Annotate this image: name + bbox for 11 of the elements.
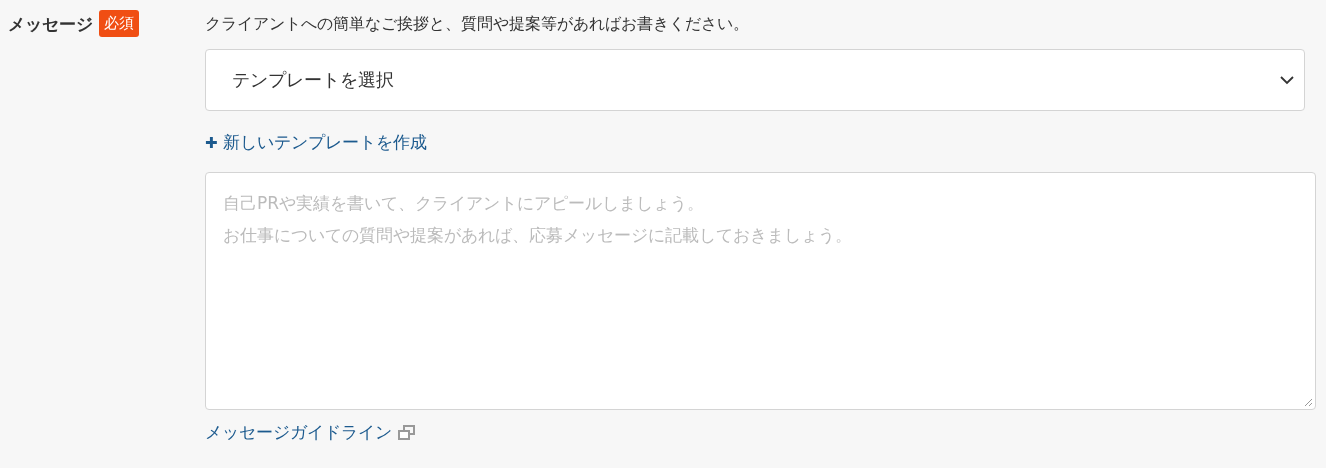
caret-icon — [1280, 75, 1294, 85]
placeholder-text: お仕事についての質問や提案があれば、応募メッセージに記載しておきましょう。 — [223, 224, 852, 247]
guideline-link[interactable]: メッセージガイドライン — [205, 421, 416, 444]
template-select[interactable]: テンプレートを選択 — [205, 49, 1305, 111]
field-label: メッセージ — [8, 13, 93, 36]
placeholder-text: 自己PRや実績を書いて、クライアントにアピールしましょう。 — [223, 192, 705, 215]
external-window-icon — [398, 424, 416, 441]
required-badge: 必須 — [99, 10, 139, 37]
resize-handle-icon[interactable] — [1303, 397, 1313, 407]
new-template-link[interactable]: ✚ 新しいテンプレートを作成 — [205, 131, 427, 154]
field-description: クライアントへの簡単なご挨拶と、質問や提案等があればお書きください。 — [205, 14, 749, 35]
